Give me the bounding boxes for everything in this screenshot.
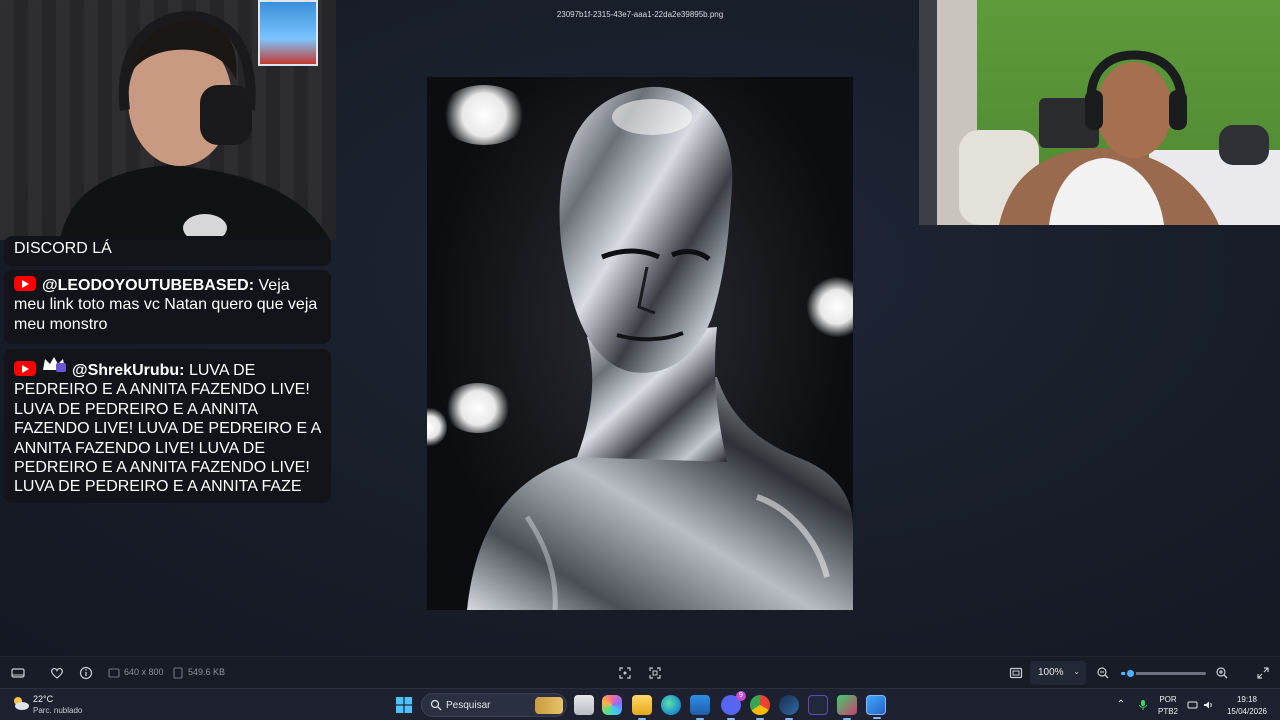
chat-author: @ShrekUrubu: (72, 362, 185, 379)
photos-viewer-icon[interactable] (866, 695, 886, 719)
fit-to-window-icon[interactable] (1008, 665, 1024, 681)
chevron-down-icon: ⌄ (1073, 667, 1080, 676)
clock-time[interactable]: 19:18 (1222, 695, 1272, 704)
discord-notification-badge: 9 (736, 691, 746, 701)
partly-cloudy-icon[interactable] (10, 695, 30, 711)
youtube-icon (14, 276, 36, 291)
zoom-in-icon[interactable] (1214, 665, 1230, 681)
language-code[interactable]: POR (1156, 695, 1180, 704)
chrome-icon[interactable] (750, 695, 770, 720)
epic-icon[interactable] (808, 695, 828, 715)
start-icon[interactable] (396, 697, 412, 713)
zoom-level-dropdown[interactable]: 100% ⌄ (1030, 661, 1086, 685)
network-icon[interactable] (1187, 699, 1199, 711)
chevron-up-icon[interactable]: ⌃ (1115, 699, 1127, 711)
folder-icon[interactable] (632, 695, 652, 720)
chat-message: @LEODOYOUTUBEBASED: Veja meu link toto m… (4, 270, 331, 344)
chat-message: @ShrekUrubu: LUVA DE PEDREIRO E A ANNITA… (4, 349, 331, 503)
dimensions-icon (108, 668, 120, 678)
discord-icon[interactable]: 9 (721, 691, 746, 720)
webcam-left (0, 0, 336, 240)
viewer-toolbar: 640 x 800 549.6 KB 100% ⌄ (0, 656, 1280, 688)
keyboard-layout[interactable]: PTB2 (1156, 707, 1180, 716)
zoom-out-icon[interactable] (1095, 665, 1111, 681)
file-explorer-icon[interactable] (574, 695, 594, 715)
chat-text: LUVA DE PEDREIRO E A ANNITA FAZENDO LIVE… (14, 362, 321, 496)
webcam-right (919, 0, 1280, 225)
streamer-left-graphic (60, 10, 330, 240)
photos-icon[interactable] (690, 695, 710, 720)
crop-icon[interactable] (617, 665, 633, 681)
steam-icon[interactable] (779, 695, 799, 720)
weather-description: Parc. nublado (33, 706, 83, 715)
microphone-icon[interactable] (1137, 699, 1149, 711)
chat-message-fragment: DISCORD LÁ (4, 236, 331, 266)
taskbar-search[interactable]: Pesquisar (421, 693, 567, 717)
file-size: 549.6 KB (188, 667, 226, 677)
filmstrip-icon[interactable] (10, 665, 26, 681)
volume-icon[interactable] (1202, 699, 1214, 711)
youtube-icon (14, 361, 36, 376)
search-highlight-icon (535, 697, 563, 714)
chat-author: @LEODOYOUTUBEBASED: (42, 277, 255, 294)
image-dimensions: 640 x 800 (124, 667, 164, 677)
streamer-right-graphic (919, 0, 1280, 225)
zoom-slider-thumb[interactable] (1125, 668, 1136, 679)
weather-temperature: 22°C (33, 694, 54, 704)
chrome-figure-graphic (467, 86, 853, 610)
fullscreen-icon[interactable] (1255, 665, 1271, 681)
search-placeholder: Pesquisar (446, 700, 491, 711)
search-icon (430, 699, 442, 711)
displayed-image[interactable] (427, 77, 853, 610)
edit-image-icon[interactable] (647, 665, 663, 681)
favorite-heart-icon[interactable] (49, 665, 65, 681)
file-name-title: 23097b1f-2315-43e7-aaa1-22da2e39895b.png (556, 10, 724, 19)
info-icon[interactable] (78, 665, 94, 681)
file-size-icon (173, 667, 183, 679)
member-crown-icon (43, 357, 66, 372)
windows-taskbar: 22°C Parc. nublado Pesquisar 9 ⌃ POR PTB… (0, 688, 1280, 720)
edge-icon[interactable] (661, 695, 681, 715)
game-icon[interactable] (837, 695, 857, 720)
zoom-level-value: 100% (1038, 667, 1064, 678)
clock-date[interactable]: 15/04/2026 (1222, 707, 1272, 716)
copilot-icon[interactable] (602, 695, 622, 715)
